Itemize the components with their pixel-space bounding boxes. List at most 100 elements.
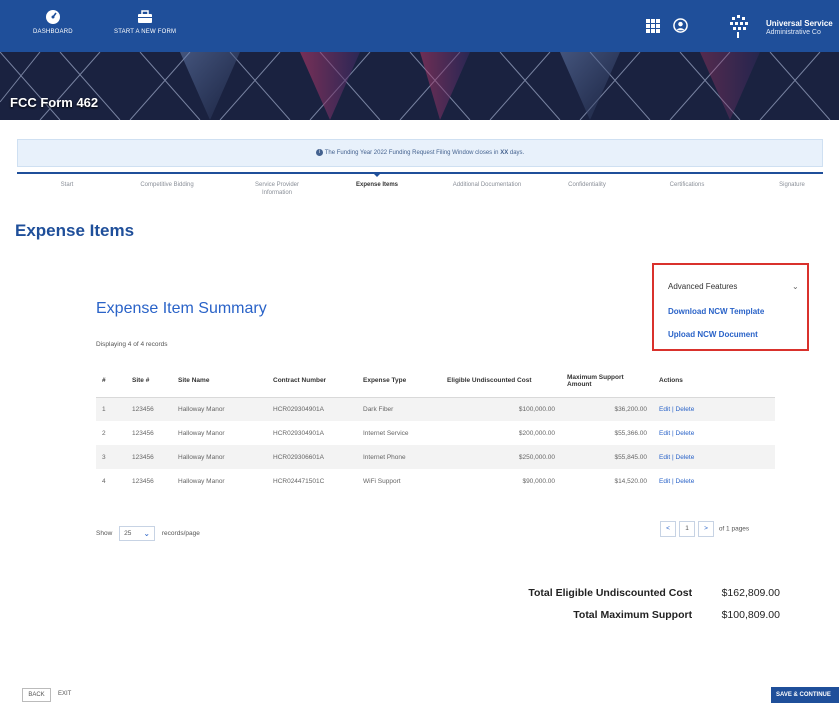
cell-expense-type: Dark Fiber [363, 405, 394, 413]
cell-actions: Edit | Delete [653, 397, 775, 421]
step-expense-items[interactable]: Expense Items [347, 181, 407, 189]
top-bar: DASHBOARD START A NEW FORM Universal Ser… [0, 0, 839, 52]
cell-actions: Edit | Delete [653, 421, 775, 445]
start-new-form-label: START A NEW FORM [114, 29, 177, 35]
advanced-features-toggle[interactable]: Advanced Features [668, 282, 737, 291]
filing-window-notice: i The Funding Year 2022 Funding Request F… [17, 139, 823, 167]
cell-max-support: $14,520.00 [614, 477, 647, 485]
total-support-label: Total Maximum Support [573, 609, 693, 621]
chevron-down-icon: ⌄ [143, 529, 151, 538]
cell-site-number: 123456 [132, 453, 154, 461]
cell-eligible-cost: $250,000.00 [518, 453, 555, 461]
total-eligible-label: Total Eligible Undiscounted Cost [528, 587, 693, 599]
page-size-value: 25 [124, 530, 132, 537]
cell-eligible-cost: $90,000.00 [522, 477, 555, 485]
cell-number: 3 [102, 453, 106, 461]
expense-items-table: # Site # Site Name Contract Number Expen… [96, 365, 775, 493]
next-page-button[interactable]: > [698, 521, 714, 537]
records-per-page-label: records/page [161, 530, 200, 538]
prev-page-button[interactable]: < [660, 521, 676, 537]
chevron-down-icon[interactable]: ⌄ [792, 282, 799, 291]
step-start[interactable]: Start [47, 181, 87, 189]
total-support-row: Total Maximum Support $100,809.00 [573, 609, 780, 621]
edit-link[interactable]: Edit [659, 406, 670, 413]
dashboard-label: DASHBOARD [33, 29, 73, 35]
table-row: 2 123456 Halloway Manor HCR029304901A In… [96, 421, 775, 445]
delete-link[interactable]: Delete [676, 454, 695, 461]
action-separator: | [672, 453, 674, 461]
total-eligible-value: $162,809.00 [721, 587, 780, 599]
banner-pattern [0, 52, 839, 120]
cell-site-name: Halloway Manor [178, 405, 225, 413]
stepper-line [17, 172, 823, 174]
total-support-value: $100,809.00 [721, 609, 780, 621]
user-account-icon[interactable] [673, 18, 688, 33]
cell-expense-type: WiFi Support [363, 477, 401, 485]
cell-site-number: 123456 [132, 477, 154, 485]
start-new-form-nav[interactable]: START A NEW FORM [114, 6, 176, 35]
save-continue-button[interactable]: SAVE & CONTINUE [771, 687, 839, 703]
col-site-name: Site Name [172, 365, 267, 398]
record-count: Displaying 4 of 4 records [96, 341, 168, 348]
page-size-control: Show 25 ⌄ records/page [96, 526, 200, 541]
col-expense-type: Expense Type [357, 365, 441, 398]
cell-number: 2 [102, 429, 106, 437]
cell-contract-number: HCR029306601A [273, 453, 324, 461]
progress-stepper: Start Competitive Bidding Service Provid… [17, 172, 823, 200]
cell-max-support: $36,200.00 [614, 405, 647, 413]
dashboard-nav[interactable]: DASHBOARD [33, 6, 73, 35]
table-row: 4 123456 Halloway Manor HCR024471501C Wi… [96, 469, 775, 493]
page-count: of 1 pages [718, 525, 750, 533]
cell-expense-type: Internet Phone [363, 453, 406, 461]
step-additional-documentation[interactable]: Additional Documentation [432, 181, 542, 189]
page-size-select[interactable]: 25 ⌄ [119, 526, 156, 541]
upload-ncw-document-link[interactable]: Upload NCW Document [668, 330, 758, 339]
advanced-features-panel: Advanced Features ⌄ Download NCW Templat… [652, 263, 809, 351]
edit-link[interactable]: Edit [659, 430, 670, 437]
step-signature[interactable]: Signature [767, 181, 817, 189]
total-eligible-row: Total Eligible Undiscounted Cost $162,80… [528, 587, 780, 599]
step-service-provider-information[interactable]: Service Provider Information [242, 181, 312, 197]
cell-number: 1 [102, 405, 106, 413]
edit-link[interactable]: Edit [659, 454, 670, 461]
usac-logo: Universal Service Administrative Co [728, 14, 839, 42]
step-competitive-bidding[interactable]: Competitive Bidding [127, 181, 207, 189]
table-row: 1 123456 Halloway Manor HCR029304901A Da… [96, 397, 775, 421]
current-step-marker [372, 172, 382, 177]
delete-link[interactable]: Delete [676, 430, 695, 437]
notice-prefix: The Funding Year 2022 Funding Request Fi… [324, 150, 501, 156]
col-number: # [96, 365, 126, 398]
col-contract-number: Contract Number [267, 365, 357, 398]
step-certifications[interactable]: Certifications [657, 181, 717, 189]
cell-eligible-cost: $200,000.00 [518, 429, 555, 437]
cell-contract-number: HCR024471501C [273, 477, 325, 485]
cell-site-name: Halloway Manor [178, 453, 225, 461]
cell-actions: Edit | Delete [653, 469, 775, 493]
action-separator: | [672, 405, 674, 413]
col-max-support: Maximum Support Amount [561, 365, 653, 398]
download-ncw-template-link[interactable]: Download NCW Template [668, 307, 764, 316]
step-confidentiality[interactable]: Confidentiality [552, 181, 622, 189]
cell-contract-number: HCR029304901A [273, 405, 324, 413]
form-title: FCC Form 462 [10, 95, 99, 110]
col-actions: Actions [653, 365, 775, 398]
cell-site-name: Halloway Manor [178, 429, 225, 437]
usac-name-line2: Administrative Co [766, 29, 821, 36]
current-page[interactable]: 1 [679, 521, 695, 537]
exit-link[interactable]: EXIT [58, 691, 71, 697]
delete-link[interactable]: Delete [676, 406, 695, 413]
delete-link[interactable]: Delete [676, 478, 695, 485]
back-button[interactable]: BACK [22, 688, 51, 702]
col-eligible-cost: Eligible Undiscounted Cost [441, 365, 561, 398]
pagination: <1 > of 1 pages [660, 521, 749, 537]
cell-max-support: $55,366.00 [614, 429, 647, 437]
page-title: Expense Items [15, 221, 135, 240]
action-separator: | [672, 429, 674, 437]
table-row: 3 123456 Halloway Manor HCR029306601A In… [96, 445, 775, 469]
edit-link[interactable]: Edit [659, 478, 670, 485]
dashboard-icon [45, 10, 60, 24]
cell-site-name: Halloway Manor [178, 477, 225, 485]
summary-title: Expense Item Summary [96, 300, 267, 317]
apps-grid-icon[interactable] [646, 19, 660, 33]
cell-number: 4 [102, 477, 106, 485]
